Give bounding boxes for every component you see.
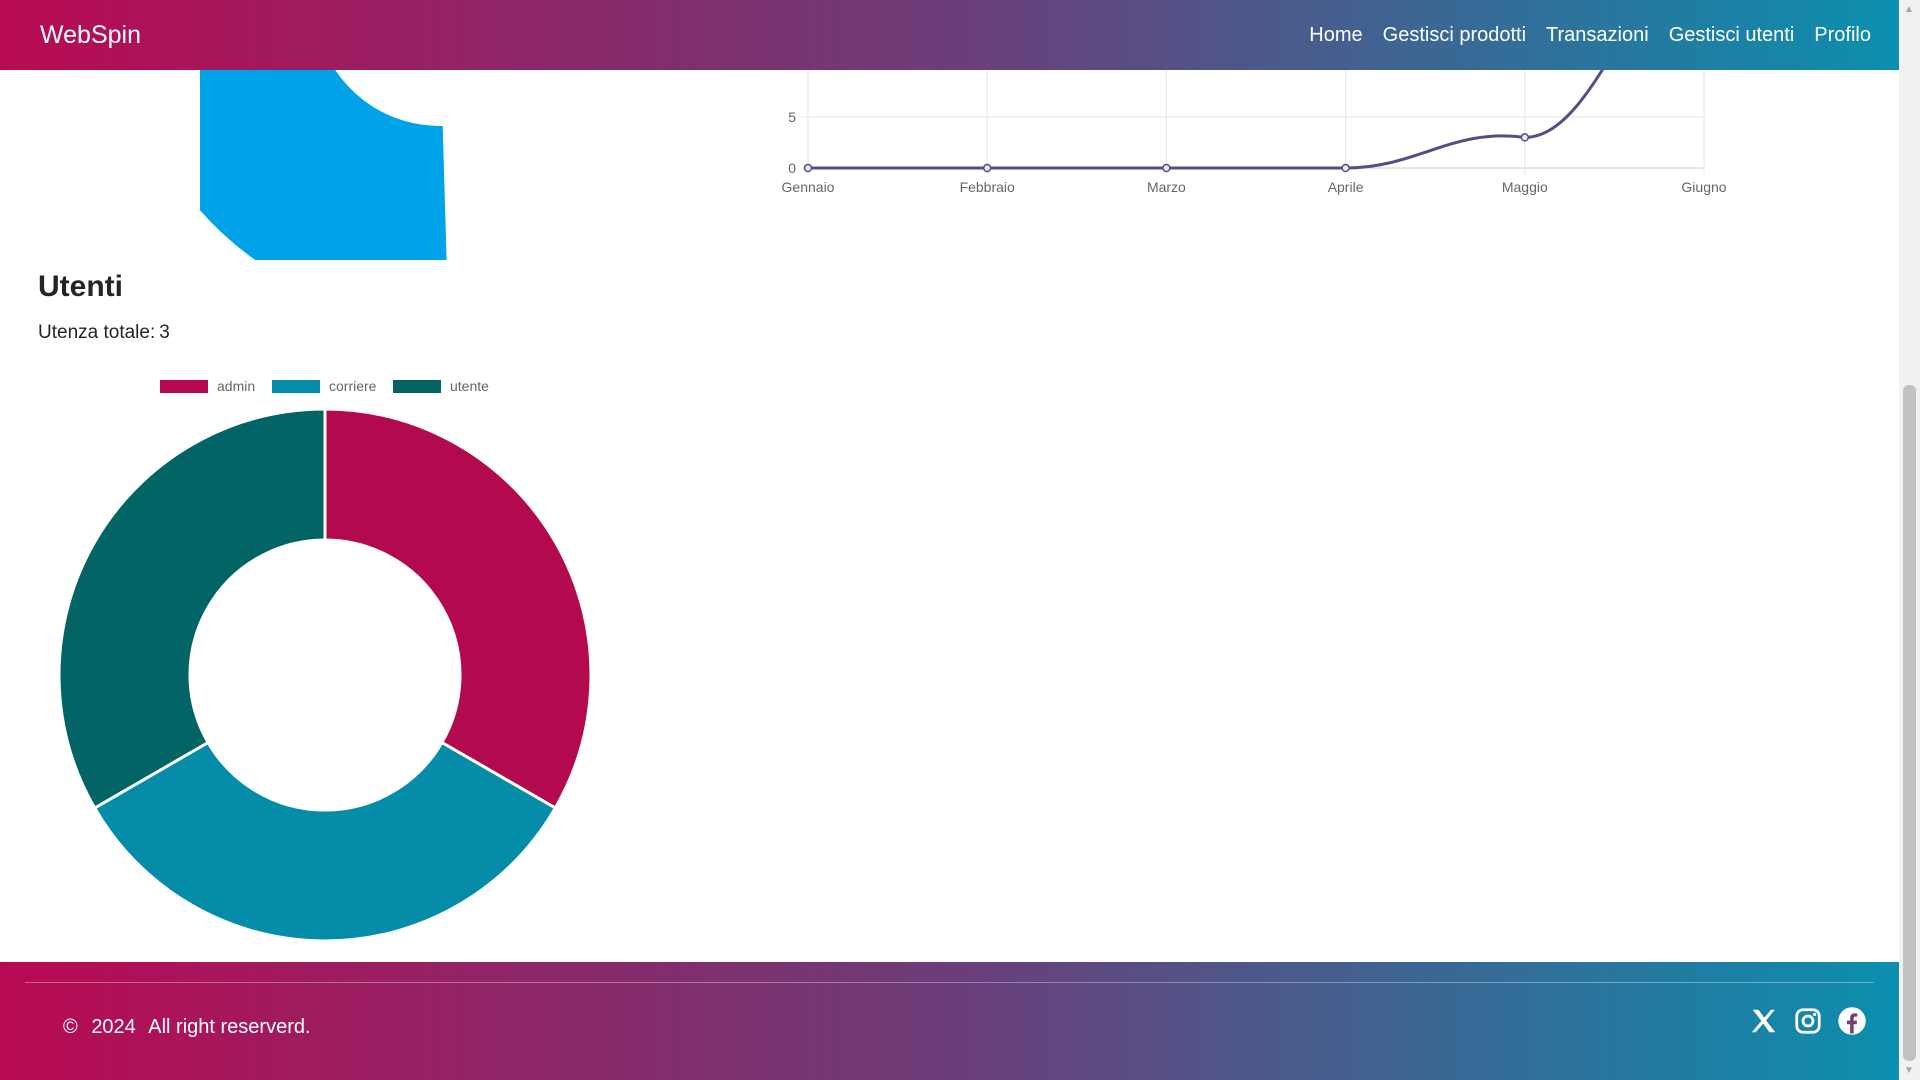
copyright-text: All right reserverd. [148, 1016, 311, 1038]
legend-label: utente [450, 378, 489, 394]
brand-logo[interactable]: WebSpin [40, 21, 141, 50]
nav-profile[interactable]: Profilo [1814, 24, 1871, 47]
users-donut-slice [57, 407, 327, 811]
line-point [1162, 163, 1171, 173]
users-total: Utenza totale: 3 [38, 322, 174, 344]
nav-home[interactable]: Home [1309, 24, 1362, 47]
users-total-label: Utenza totale: [38, 322, 156, 343]
line-x-tick-label: Giugno [1681, 179, 1726, 195]
scroll-up-arrow[interactable]: ▲ [1904, 4, 1914, 15]
users-donut-chart: admin corriere utente [57, 378, 593, 943]
facebook-icon[interactable] [1837, 1006, 1867, 1036]
legend-swatch [272, 380, 320, 393]
line-y-tick-label: 5 [788, 109, 796, 125]
line-y-tick-label: 0 [788, 160, 796, 176]
products-donut-chart [200, 70, 449, 260]
users-donut-slice [92, 740, 558, 943]
line-point [1520, 133, 1530, 142]
line-x-tick-label: Aprile [1328, 179, 1364, 195]
legend-label: corriere [329, 378, 377, 394]
users-donut-slice [323, 407, 593, 811]
users-total-value: 3 [159, 322, 170, 343]
nav-links: Home Gestisci prodotti Transazioni Gesti… [1309, 24, 1871, 47]
footer: © 2024 All right reserverd. [0, 962, 1899, 1080]
vertical-scrollbar[interactable]: ▲ ▼ [1899, 0, 1920, 1080]
line-point [1341, 163, 1350, 173]
instagram-icon[interactable] [1793, 1006, 1823, 1036]
products-donut-slice [200, 70, 449, 260]
legend-label: admin [217, 378, 255, 394]
line-point [803, 163, 813, 173]
line-x-tick-label: Febbraio [960, 179, 1015, 195]
line-x-tick-label: Gennaio [782, 179, 835, 195]
copyright-symbol: © [63, 1016, 78, 1038]
scroll-down-arrow[interactable]: ▼ [1904, 1065, 1914, 1076]
footer-divider [25, 982, 1874, 983]
social-links [1749, 1006, 1867, 1036]
x-icon[interactable] [1749, 1006, 1779, 1036]
line-x-tick-label: Marzo [1147, 179, 1186, 195]
legend-swatch [160, 380, 208, 393]
nav-manage-users[interactable]: Gestisci utenti [1669, 24, 1795, 47]
footer-copyright: © 2024 All right reserverd. [63, 1016, 319, 1039]
navbar: WebSpin Home Gestisci prodotti Transazio… [0, 0, 1899, 70]
sales-line-chart: 0 5 Gennaio Febbraio Marzo Aprile Maggio Giugno [782, 70, 1727, 195]
scroll-thumb[interactable] [1903, 385, 1916, 1061]
users-section-title: Utenti [38, 270, 123, 303]
line-point [982, 163, 992, 173]
line-x-tick-label: Maggio [1502, 179, 1548, 195]
legend-swatch [393, 380, 441, 393]
line-series [808, 70, 1605, 170]
nav-transactions[interactable]: Transazioni [1546, 24, 1649, 47]
nav-manage-products[interactable]: Gestisci prodotti [1383, 24, 1526, 47]
copyright-year: 2024 [91, 1016, 136, 1038]
